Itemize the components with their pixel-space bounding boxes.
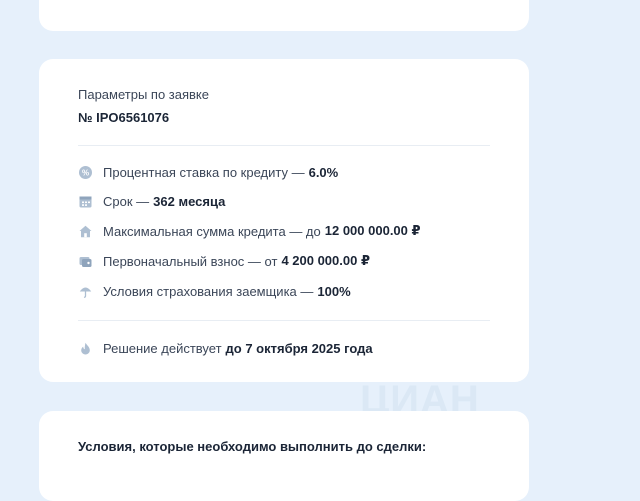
calendar-icon <box>78 194 92 208</box>
interest-rate-label: Процентная ставка по кредиту — <box>103 164 305 180</box>
down-payment-label: Первоначальный взнос — от <box>103 253 278 269</box>
top-card <box>39 0 529 31</box>
max-amount-label: Максимальная сумма кредита — до <box>103 223 321 239</box>
divider <box>78 145 490 146</box>
divider <box>78 320 490 321</box>
max-amount-row: Максимальная сумма кредита — до 12 000 0… <box>78 222 421 240</box>
interest-rate-row: % Процентная ставка по кредиту — 6.0% <box>78 163 338 181</box>
wallet-icon <box>78 254 92 268</box>
insurance-row: Условия страхования заемщика — 100% <box>78 282 351 300</box>
percent-icon: % <box>78 165 92 179</box>
down-payment-row: Первоначальный взнос — от 4 200 000.00 ₽ <box>78 252 370 270</box>
umbrella-icon <box>78 284 92 298</box>
interest-rate-value: 6.0% <box>308 164 339 180</box>
fire-icon <box>78 341 92 355</box>
term-label: Срок — <box>103 193 150 209</box>
down-payment-value: 4 200 000.00 ₽ <box>281 253 370 268</box>
max-amount-value: 12 000 000.00 ₽ <box>324 223 421 238</box>
svg-text:%: % <box>81 168 88 177</box>
term-value: 362 месяца <box>153 193 226 209</box>
insurance-value: 100% <box>317 283 351 299</box>
application-number: № IPO6561076 <box>78 110 170 125</box>
decision-value: до 7 октября 2025 года <box>225 340 373 356</box>
decision-label: Решение действует <box>103 340 222 356</box>
conditions-card: Условия, которые необходимо выполнить до… <box>39 411 529 501</box>
house-icon <box>78 224 92 238</box>
params-label: Параметры по заявке <box>78 87 209 102</box>
decision-row: Решение действует до 7 октября 2025 года <box>78 339 373 357</box>
application-params-card: Параметры по заявке № IPO6561076 % Проце… <box>39 59 529 382</box>
term-row: Срок — 362 месяца <box>78 192 225 210</box>
insurance-label: Условия страхования заемщика — <box>103 283 314 299</box>
conditions-title: Условия, которые необходимо выполнить до… <box>78 439 427 454</box>
